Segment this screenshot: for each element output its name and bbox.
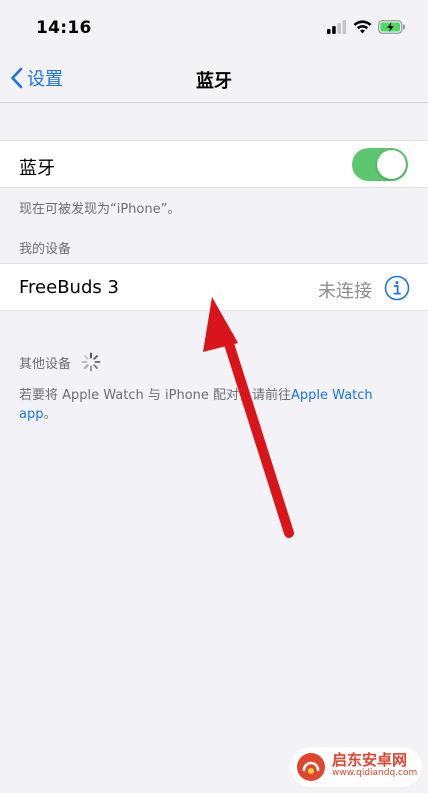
watermark: 启东安卓网 www.qidiandq.com xyxy=(290,747,422,787)
cellular-signal-icon xyxy=(327,20,347,34)
page-title: 蓝牙 xyxy=(196,71,232,92)
bluetooth-row: 蓝牙 xyxy=(0,140,428,188)
pair-note-text: 若要将 Apple Watch 与 iPhone 配对，请前往 xyxy=(19,388,292,403)
watermark-title: 启东安卓网 xyxy=(332,751,408,769)
device-status: 未连接 xyxy=(318,281,372,302)
status-icons xyxy=(327,20,406,34)
device-name: FreeBuds 3 xyxy=(19,277,119,298)
toggle-knob xyxy=(377,150,406,179)
device-row-freebuds[interactable]: FreeBuds 3 未连接 xyxy=(0,263,428,311)
watermark-url: www.qidiandq.com xyxy=(332,768,418,778)
pair-watch-note: 若要将 Apple Watch 与 iPhone 配对，请前往Apple Wat… xyxy=(19,386,399,424)
wifi-icon xyxy=(353,20,372,34)
pair-note-end: 。 xyxy=(43,407,57,422)
bluetooth-toggle[interactable] xyxy=(352,148,408,181)
battery-charging-icon xyxy=(378,20,405,34)
my-devices-header: 我的设备 xyxy=(19,242,72,257)
info-icon[interactable] xyxy=(384,275,410,301)
watermark-text: 启东安卓网 www.qidiandq.com xyxy=(332,751,418,780)
status-time: 14:16 xyxy=(36,18,92,38)
navigation-bar: 设置 蓝牙 xyxy=(0,58,428,103)
other-devices-header: 其他设备 xyxy=(19,352,101,372)
loading-spinner-icon xyxy=(81,352,101,372)
bluetooth-label: 蓝牙 xyxy=(19,158,55,179)
other-devices-label: 其他设备 xyxy=(19,356,72,372)
discoverable-note: 现在可被发现为“iPhone”。 xyxy=(19,202,181,217)
watermark-logo-icon xyxy=(297,753,325,781)
status-bar: 14:16 xyxy=(0,0,428,58)
